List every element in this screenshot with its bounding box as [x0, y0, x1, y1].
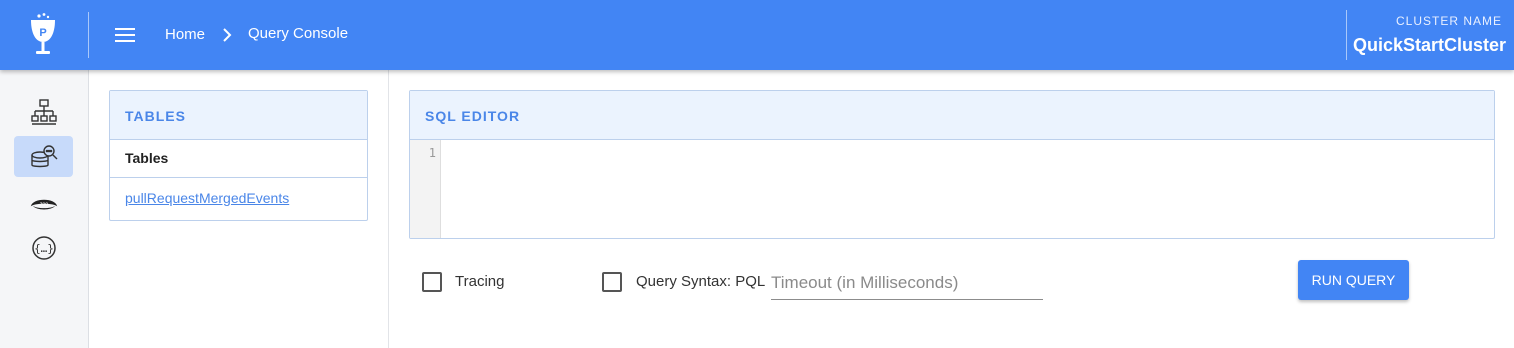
- cluster-name-value: QuickStartCluster: [1352, 35, 1506, 55]
- svg-text:{…}: {…}: [34, 242, 54, 255]
- top-app-bar: P Home Query Console CLUSTER NAME QuickS…: [0, 0, 1514, 70]
- hamburger-menu-icon[interactable]: [114, 25, 138, 45]
- swagger-api-icon: {…}: [31, 235, 56, 260]
- nav-query-console[interactable]: [14, 136, 73, 177]
- sql-editor-title: SQL EDITOR: [410, 91, 1494, 140]
- zookeeper-icon: zoo: [30, 199, 57, 209]
- query-syntax-label: Query Syntax: PQL: [636, 273, 766, 290]
- chevron-right-icon: [223, 28, 232, 42]
- sql-editor-panel: SQL EDITOR 1: [409, 90, 1495, 239]
- nav-zookeeper[interactable]: zoo: [14, 181, 73, 222]
- table-link[interactable]: pullRequestMergedEvents: [110, 178, 367, 206]
- cluster-divider: [1346, 10, 1347, 60]
- editor-gutter: 1: [410, 140, 441, 238]
- cluster-manager-icon: [30, 98, 57, 125]
- side-navigation: zoo {…}: [0, 70, 89, 348]
- tracing-checkbox[interactable]: [422, 272, 442, 292]
- tables-panel: TABLES Tables pullRequestMergedEvents: [109, 90, 368, 221]
- nav-cluster-manager[interactable]: [14, 91, 73, 132]
- query-console-icon: [30, 144, 57, 167]
- breadcrumb-current: Query Console: [248, 25, 349, 42]
- header-divider: [88, 12, 89, 58]
- sql-code-area[interactable]: [442, 140, 1494, 238]
- run-query-button[interactable]: RUN QUERY: [1298, 260, 1409, 300]
- svg-text:zoo: zoo: [39, 201, 48, 207]
- breadcrumb-home-link[interactable]: Home: [165, 26, 205, 43]
- sql-editor[interactable]: 1: [410, 140, 1494, 238]
- tables-column-header: Tables: [110, 140, 367, 178]
- cluster-name-label: CLUSTER NAME: [1395, 14, 1502, 28]
- line-number: 1: [428, 146, 436, 160]
- timeout-input[interactable]: [771, 266, 1043, 300]
- pinot-logo-icon[interactable]: P: [28, 12, 58, 58]
- query-syntax-checkbox[interactable]: [602, 272, 622, 292]
- tracing-label: Tracing: [455, 273, 505, 290]
- content-divider: [388, 70, 389, 348]
- nav-swagger-api[interactable]: {…}: [14, 227, 73, 268]
- svg-text:P: P: [39, 27, 46, 39]
- tables-panel-title: TABLES: [110, 91, 367, 140]
